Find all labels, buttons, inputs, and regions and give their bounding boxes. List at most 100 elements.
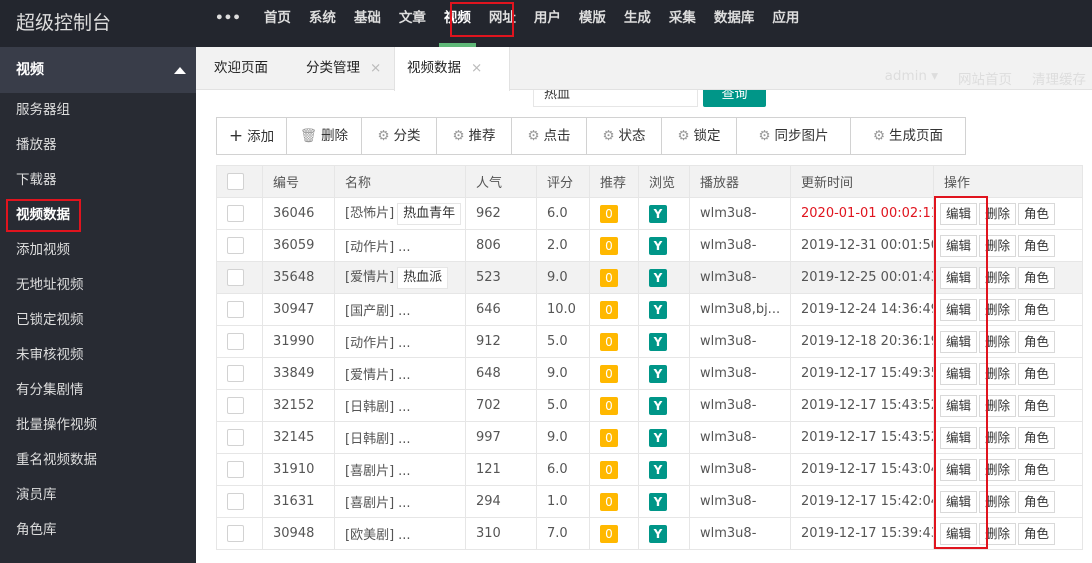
view-badge[interactable]: Y: [649, 364, 667, 383]
toolbar-button[interactable]: 🗑 删除: [287, 118, 362, 154]
recommend-badge[interactable]: 0: [600, 204, 618, 223]
role-button[interactable]: 角色: [1018, 298, 1056, 321]
view-badge[interactable]: Y: [649, 204, 667, 223]
close-icon[interactable]: ×: [370, 60, 381, 76]
role-button[interactable]: 角色: [1018, 490, 1056, 513]
video-name-link[interactable]: ...: [398, 240, 410, 255]
role-button[interactable]: 角色: [1018, 202, 1056, 225]
row-checkbox[interactable]: [227, 205, 244, 222]
clear-cache-link[interactable]: 清理缓存: [1032, 68, 1086, 88]
view-badge[interactable]: Y: [649, 268, 667, 287]
nav-item[interactable]: 模版: [570, 0, 615, 47]
sidebar-item[interactable]: 有分集剧情: [0, 373, 196, 408]
nav-item[interactable]: 生成: [615, 0, 660, 47]
role-button[interactable]: 角色: [1018, 234, 1056, 257]
video-name-link[interactable]: ...: [398, 528, 410, 543]
nav-item[interactable]: 基础: [345, 0, 390, 47]
view-badge[interactable]: Y: [649, 236, 667, 255]
sidebar-item[interactable]: 未审核视频: [0, 338, 196, 373]
row-checkbox[interactable]: [227, 493, 244, 510]
video-name-link[interactable]: ...: [398, 464, 410, 479]
role-button[interactable]: 角色: [1018, 458, 1056, 481]
tab-welcome[interactable]: 欢迎页面: [202, 47, 294, 90]
category-link[interactable]: [爱情片]: [345, 270, 394, 285]
row-checkbox[interactable]: [227, 429, 244, 446]
toolbar-button[interactable]: ⚙ 点击: [512, 118, 587, 154]
sidebar-item[interactable]: 无地址视频: [0, 268, 196, 303]
category-link[interactable]: [国产剧]: [345, 304, 394, 319]
recommend-badge[interactable]: 0: [600, 428, 618, 447]
search-button[interactable]: 查询: [703, 90, 766, 107]
nav-item[interactable]: 系统: [300, 0, 345, 47]
recommend-badge[interactable]: 0: [600, 460, 618, 479]
sidebar-item[interactable]: 重名视频数据: [0, 443, 196, 478]
select-all-checkbox[interactable]: [227, 173, 244, 190]
row-checkbox[interactable]: [227, 269, 244, 286]
video-name-link[interactable]: ...: [398, 400, 410, 415]
category-link[interactable]: [喜剧片]: [345, 496, 394, 511]
video-name-link[interactable]: 热血青年: [397, 203, 462, 225]
nav-item[interactable]: 应用: [763, 0, 808, 47]
row-checkbox[interactable]: [227, 333, 244, 350]
sidebar-item[interactable]: 服务器组: [0, 93, 196, 128]
role-button[interactable]: 角色: [1018, 266, 1056, 289]
recommend-badge[interactable]: 0: [600, 364, 618, 383]
toolbar-button[interactable]: + 添加: [217, 118, 287, 154]
tab-video-data[interactable]: 视频数据 ×: [394, 47, 510, 91]
recommend-badge[interactable]: 0: [600, 396, 618, 415]
toolbar-button[interactable]: ⚙ 状态: [587, 118, 662, 154]
category-link[interactable]: [恐怖片]: [345, 206, 394, 221]
category-link[interactable]: [日韩剧]: [345, 432, 394, 447]
video-name-link[interactable]: ...: [398, 496, 410, 511]
sidebar-item[interactable]: 角色库: [0, 513, 196, 548]
role-button[interactable]: 角色: [1018, 330, 1056, 353]
video-name-link[interactable]: 热血派: [397, 267, 449, 289]
role-button[interactable]: 角色: [1018, 394, 1056, 417]
nav-item[interactable]: 采集: [660, 0, 705, 47]
role-button[interactable]: 角色: [1018, 362, 1056, 385]
admin-menu[interactable]: admin ▾: [885, 68, 938, 88]
sidebar-item[interactable]: 播放器: [0, 128, 196, 163]
tab-category[interactable]: 分类管理 ×: [294, 47, 394, 90]
row-checkbox[interactable]: [227, 525, 244, 542]
role-button[interactable]: 角色: [1018, 426, 1056, 449]
recommend-badge[interactable]: 0: [600, 524, 618, 543]
recommend-badge[interactable]: 0: [600, 332, 618, 351]
row-checkbox[interactable]: [227, 365, 244, 382]
view-badge[interactable]: Y: [649, 428, 667, 447]
site-home-link[interactable]: 网站首页: [958, 68, 1012, 88]
row-checkbox[interactable]: [227, 237, 244, 254]
category-link[interactable]: [爱情片]: [345, 368, 394, 383]
role-button[interactable]: 角色: [1018, 522, 1056, 545]
row-checkbox[interactable]: [227, 301, 244, 318]
category-link[interactable]: [日韩剧]: [345, 400, 394, 415]
recommend-badge[interactable]: 0: [600, 492, 618, 511]
row-checkbox[interactable]: [227, 397, 244, 414]
nav-item[interactable]: 首页: [255, 0, 300, 47]
toolbar-button[interactable]: ⚙ 生成页面: [851, 118, 965, 154]
nav-item[interactable]: 用户: [525, 0, 570, 47]
recommend-badge[interactable]: 0: [600, 268, 618, 287]
toolbar-button[interactable]: ⚙ 同步图片: [737, 118, 851, 154]
video-name-link[interactable]: ...: [398, 368, 410, 383]
nav-item[interactable]: 数据库: [705, 0, 764, 47]
category-link[interactable]: [欧美剧]: [345, 528, 394, 543]
category-link[interactable]: [动作片]: [345, 240, 394, 255]
view-badge[interactable]: Y: [649, 300, 667, 319]
sidebar-item[interactable]: 已锁定视频: [0, 303, 196, 338]
search-input[interactable]: 热血: [533, 90, 698, 107]
toolbar-button[interactable]: ⚙ 分类: [362, 118, 437, 154]
sidebar-group-video[interactable]: 视频: [0, 47, 196, 93]
toolbar-button[interactable]: ⚙ 推荐: [437, 118, 512, 154]
video-name-link[interactable]: ...: [398, 432, 410, 447]
sidebar-item[interactable]: 添加视频: [0, 233, 196, 268]
recommend-badge[interactable]: 0: [600, 236, 618, 255]
row-checkbox[interactable]: [227, 461, 244, 478]
sidebar-item[interactable]: 下载器: [0, 163, 196, 198]
sidebar-item[interactable]: 批量操作视频: [0, 408, 196, 443]
view-badge[interactable]: Y: [649, 396, 667, 415]
more-icon[interactable]: •••: [212, 0, 255, 47]
recommend-badge[interactable]: 0: [600, 300, 618, 319]
toolbar-button[interactable]: ⚙ 锁定: [662, 118, 737, 154]
view-badge[interactable]: Y: [649, 524, 667, 543]
